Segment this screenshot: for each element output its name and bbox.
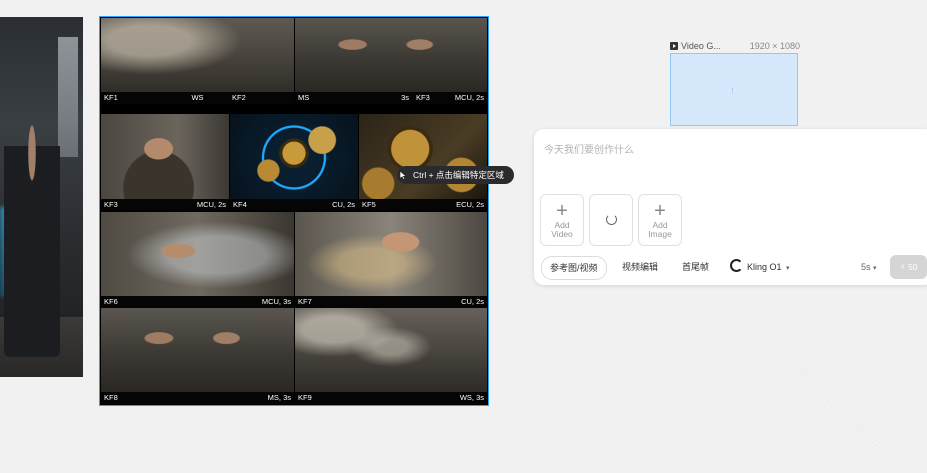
storyboard-panel-8[interactable]: KF8 MS, 3s: [101, 308, 294, 404]
shot-type: MCU, 2s: [196, 200, 226, 209]
storyboard-panel-9[interactable]: KF9 WS, 3s: [295, 308, 487, 404]
prompt-composer: 今天我们要创作什么 + Add Video + Add Image 参考图/视频…: [534, 129, 927, 285]
keyframe-id: KF3: [416, 93, 430, 102]
chevron-down-icon: ▾: [786, 265, 790, 272]
shot-type: CU, 2s: [461, 297, 484, 306]
video-node-resolution: 1920 × 1080: [749, 41, 800, 51]
loading-spinner-icon: [606, 214, 617, 225]
panel-caption: KF4 CU, 2s: [230, 199, 358, 211]
panel-image: [101, 18, 294, 94]
shot-type: MCU, 2s: [454, 93, 484, 102]
panel-caption: KF9 WS, 3s: [295, 392, 487, 404]
storyboard-panel-3[interactable]: KF3 MCU, 2s: [101, 114, 229, 211]
panel-caption: KF6 MCU, 3s: [101, 296, 294, 308]
add-image-label-2: Image: [648, 229, 672, 239]
panel-image: [295, 18, 487, 94]
shot-type: CU, 2s: [332, 200, 355, 209]
kling-logo-icon: [730, 259, 743, 272]
preview-image-partial[interactable]: [0, 17, 83, 377]
shot-type: MCU, 3s: [261, 297, 291, 306]
window-light: [58, 37, 78, 157]
duration-selector[interactable]: 5s ▾: [861, 256, 877, 278]
storyboard-panel-5[interactable]: KF5 ECU, 2s: [359, 114, 487, 211]
plus-icon: +: [556, 200, 568, 222]
chevron-down-icon: ▾: [873, 265, 877, 272]
panel-caption: KF2: [229, 92, 293, 104]
add-image-button[interactable]: + Add Image: [638, 194, 682, 246]
panel-image: [101, 212, 294, 298]
storyboard-panel-7[interactable]: KF7 CU, 2s: [295, 212, 487, 308]
storyboard-grid[interactable]: KF1 WS 3s KF2 MS 3s KF3 MCU, 2s KF3 MCU,…: [100, 17, 488, 405]
placeholder-dot: ⁝: [731, 86, 734, 96]
panel-caption: KF3 MCU, 2s: [413, 92, 487, 104]
video-node-title: Video G...: [681, 41, 721, 51]
tooltip-text: Ctrl + 点击编辑特定区域: [413, 170, 504, 180]
duration-value: 5s: [861, 262, 871, 272]
generate-button[interactable]: ⚡ 50: [890, 255, 927, 279]
credits-value: 50: [907, 262, 918, 272]
panel-image: [295, 212, 487, 298]
panel-caption: KF3 MCU, 2s: [101, 199, 229, 211]
model-selector[interactable]: Kling O1 ▾: [730, 256, 790, 278]
keyframe-id: KF9: [298, 393, 312, 402]
shot-type: MS: [298, 93, 310, 102]
panel-image: [101, 114, 229, 201]
watermark: 高效AI工具站: [791, 363, 886, 459]
panel-image: [230, 114, 358, 201]
keyframe-id: KF5: [362, 200, 376, 209]
keyframe-id: KF3: [104, 200, 118, 209]
panel-image: [295, 308, 487, 394]
tab-video-edit[interactable]: 视频编辑: [622, 256, 658, 278]
panel-image: [359, 114, 487, 201]
panel-1-caption-right: KF2: [229, 92, 293, 104]
lightning-icon: ⚡: [899, 262, 906, 272]
video-icon: [670, 42, 678, 50]
storyboard-panel-6[interactable]: KF6 MCU, 3s: [101, 212, 294, 308]
model-name: Kling O1: [747, 262, 782, 272]
shot-type: WS, 3s: [459, 393, 484, 402]
keyframe-id: KF6: [104, 297, 118, 306]
panel-3-caption: KF3 MCU, 2s: [413, 92, 487, 104]
panel-caption: KF8 MS, 3s: [101, 392, 294, 404]
shot-duration: 3s: [401, 93, 409, 102]
panel-caption: KF7 CU, 2s: [295, 296, 487, 308]
cursor-icon: [399, 170, 407, 180]
add-video-label-2: Video: [551, 229, 573, 239]
tab-first-last-frame[interactable]: 首尾帧: [682, 256, 709, 278]
panel-caption: KF5 ECU, 2s: [359, 199, 487, 211]
shot-type: ECU, 2s: [456, 200, 484, 209]
keyframe-id: KF8: [104, 393, 118, 402]
storyboard-panel-4[interactable]: KF4 CU, 2s: [230, 114, 358, 211]
panel-image: [101, 308, 294, 394]
uploading-tile[interactable]: [589, 194, 633, 246]
shot-type: MS, 3s: [267, 393, 291, 402]
plus-icon: +: [654, 200, 666, 222]
edit-region-tooltip: Ctrl + 点击编辑特定区域: [397, 166, 514, 184]
prompt-input[interactable]: 今天我们要创作什么: [544, 141, 634, 156]
add-video-button[interactable]: + Add Video: [540, 194, 584, 246]
video-generation-node[interactable]: ⁝: [670, 53, 798, 126]
keyframe-id: KF4: [233, 200, 247, 209]
keyframe-id: KF7: [298, 297, 312, 306]
video-node-header: Video G... 1920 × 1080: [670, 41, 800, 51]
keyframe-id: KF2: [232, 93, 246, 102]
man-figure: [4, 117, 60, 357]
tab-reference[interactable]: 参考图/视频: [541, 256, 607, 280]
